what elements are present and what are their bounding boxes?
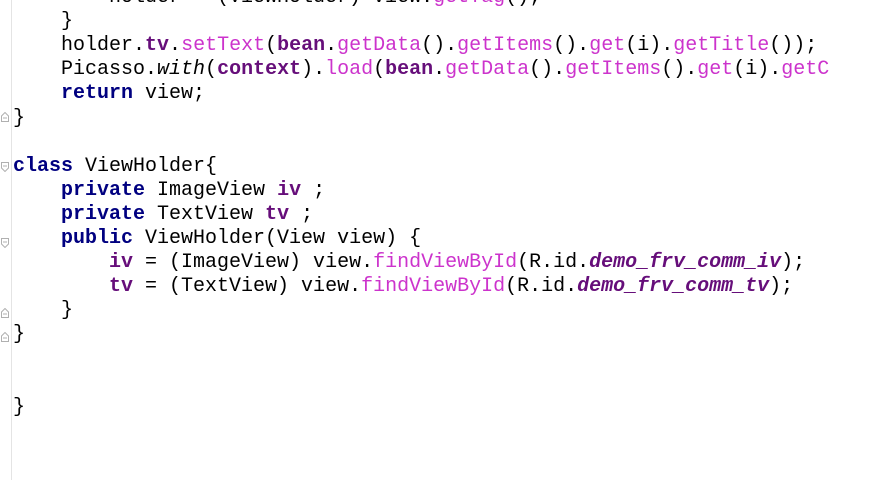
code-line[interactable]: class ViewHolder{ (13, 155, 217, 179)
code-token: (i). (625, 34, 674, 58)
code-token: } (61, 10, 74, 34)
code-token: context (217, 58, 302, 82)
code-token: private (61, 202, 146, 226)
code-token: getData (337, 34, 422, 58)
code-token: . (325, 34, 338, 58)
code-token: ViewHolder{ (73, 154, 218, 178)
code-token: iv (277, 178, 302, 202)
code-token: . (433, 58, 446, 82)
code-token: public (61, 227, 134, 250)
code-token: private (61, 178, 146, 202)
code-token: iv (109, 251, 134, 275)
code-token: get (697, 58, 734, 82)
code-token: (). (529, 58, 566, 82)
code-token: ); (781, 251, 806, 275)
code-token: (). (661, 58, 698, 82)
code-token: view; (133, 82, 206, 106)
fold-marker-icon[interactable] (1, 308, 9, 318)
code-line[interactable]: return view; (13, 82, 205, 106)
code-token: class (13, 154, 74, 178)
code-token: . (169, 34, 182, 58)
code-token: getItems (457, 34, 554, 58)
code-token: get (589, 34, 626, 58)
code-token: TextView (145, 202, 266, 226)
code-line[interactable]: } (13, 10, 73, 34)
code-token: (R.id. (517, 251, 590, 275)
code-line[interactable]: private TextView tv ; (13, 203, 313, 227)
code-line[interactable]: Picasso.with(context).load(bean.getData(… (13, 58, 829, 82)
code-token: bean (277, 34, 326, 58)
code-line[interactable]: } (13, 299, 73, 323)
fold-marker-icon[interactable] (1, 332, 9, 342)
code-token: bean (385, 58, 434, 82)
code-line[interactable]: iv = (ImageView) view.findViewById(R.id.… (13, 251, 805, 275)
code-line[interactable]: holder.tv.setText(bean.getData().getItem… (13, 34, 817, 58)
code-token: tv (109, 275, 134, 299)
code-editor[interactable]: holder = (ViewHolder) view.getTag(); } h… (0, 0, 875, 480)
code-line[interactable]: public ViewHolder(View view) { (13, 227, 421, 251)
code-token: ; (289, 202, 314, 226)
code-token: ImageView (145, 178, 278, 202)
code-token: } (61, 299, 74, 323)
code-token: getItems (565, 58, 662, 82)
code-token: (); (505, 0, 541, 9)
code-token: getC (781, 58, 830, 82)
fold-marker-icon[interactable] (1, 162, 9, 172)
code-token: ); (769, 275, 794, 299)
code-line[interactable]: private ImageView iv ; (13, 179, 325, 203)
code-token: (). (553, 34, 590, 58)
code-token: load (325, 58, 374, 82)
code-token: ()); (769, 34, 818, 58)
code-token: getTag (433, 0, 505, 9)
code-token: demo_frv_comm_iv (589, 251, 782, 275)
code-token: getData (445, 58, 530, 82)
code-token: ; (301, 178, 326, 202)
editor-gutter (0, 0, 12, 480)
code-area[interactable]: holder = (ViewHolder) view.getTag(); } h… (12, 0, 875, 480)
code-token: } (13, 106, 26, 130)
code-token: ). (301, 58, 326, 82)
code-token: Picasso. (61, 58, 158, 82)
code-line[interactable]: } (13, 323, 25, 347)
code-line[interactable]: } (13, 107, 25, 131)
code-token: = (TextView) view. (133, 275, 362, 299)
fold-marker-icon[interactable] (1, 112, 9, 122)
code-token: tv (265, 202, 290, 226)
code-line[interactable]: tv = (TextView) view.findViewById(R.id.d… (13, 275, 793, 299)
code-token: ViewHolder(View view) { (133, 227, 422, 250)
code-token: ( (205, 58, 218, 82)
code-token: ( (373, 58, 386, 82)
fold-marker-icon[interactable] (1, 238, 9, 248)
code-token: ( (265, 34, 278, 58)
code-token: return (61, 82, 134, 106)
code-token: holder. (61, 34, 146, 58)
code-token: findViewById (361, 275, 506, 299)
code-token: getTitle (673, 34, 770, 58)
code-token: } (13, 395, 26, 419)
code-token: holder = (ViewHolder) view. (109, 0, 433, 9)
code-token: tv (145, 34, 170, 58)
code-line[interactable]: holder = (ViewHolder) view.getTag(); (13, 0, 541, 10)
code-token: = (ImageView) view. (133, 251, 374, 275)
code-token: (i). (733, 58, 782, 82)
code-token: (R.id. (505, 275, 578, 299)
code-token: with (157, 58, 206, 82)
code-token: (). (421, 34, 458, 58)
code-token: demo_frv_comm_tv (577, 275, 770, 299)
code-token: findViewById (373, 251, 518, 275)
code-token: setText (181, 34, 266, 58)
code-token: } (13, 323, 26, 347)
code-line[interactable]: } (13, 396, 25, 420)
